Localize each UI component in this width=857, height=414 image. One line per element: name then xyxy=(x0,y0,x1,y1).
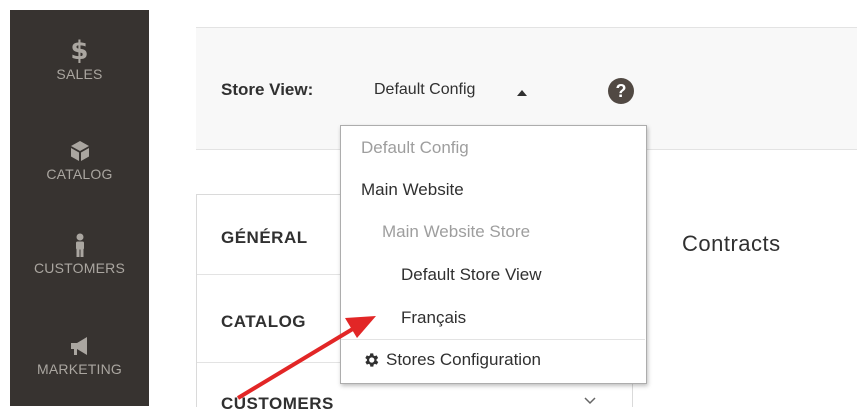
dropdown-option-default-config[interactable]: Default Config xyxy=(361,138,469,158)
box-icon xyxy=(67,138,93,164)
store-view-dropdown xyxy=(340,125,647,384)
dropdown-option-main-website-store: Main Website Store xyxy=(382,222,531,241)
sidebar-item-label: CUSTOMERS xyxy=(34,260,125,276)
sidebar-item-label: CATALOG xyxy=(46,166,113,182)
admin-sidebar: $ SALES CATALOG CUSTOMERS MARKETING xyxy=(10,10,149,406)
caret-up-icon[interactable] xyxy=(517,90,527,96)
sidebar-item-sales[interactable]: $ SALES xyxy=(10,38,149,82)
sidebar-item-customers[interactable]: CUSTOMERS xyxy=(10,232,149,276)
person-icon xyxy=(67,232,93,258)
section-title: Contracts xyxy=(682,231,781,256)
megaphone-icon xyxy=(67,333,93,359)
stores-configuration-link[interactable]: Stores Configuration xyxy=(386,350,541,370)
dropdown-option-main-website[interactable]: Main Website xyxy=(361,180,464,200)
chevron-down-icon[interactable] xyxy=(584,394,596,406)
gear-icon xyxy=(362,351,380,369)
dropdown-option-default-store-view[interactable]: Default Store View xyxy=(401,265,541,285)
tab-general[interactable]: GÉNÉRAL xyxy=(221,228,308,248)
store-view-label: Store View: xyxy=(221,80,314,99)
sidebar-item-label: SALES xyxy=(56,66,103,82)
dropdown-option-francais[interactable]: Français xyxy=(401,308,466,328)
tab-catalog[interactable]: CATALOG xyxy=(221,312,306,332)
dollar-icon: $ xyxy=(70,36,89,66)
help-icon[interactable]: ? xyxy=(608,78,634,104)
dropdown-divider xyxy=(341,339,645,340)
tab-customers[interactable]: CUSTOMERS xyxy=(221,394,334,414)
store-view-switcher[interactable]: Default Config xyxy=(374,81,475,99)
sidebar-item-catalog[interactable]: CATALOG xyxy=(10,138,149,182)
sidebar-item-marketing[interactable]: MARKETING xyxy=(10,333,149,377)
sidebar-item-label: MARKETING xyxy=(36,361,123,377)
